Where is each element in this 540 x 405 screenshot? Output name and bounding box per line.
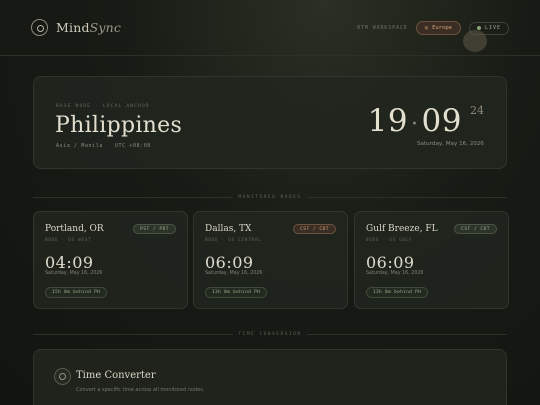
clock-icon xyxy=(54,368,71,385)
base-node-card: BASE NODE · LOCAL ANCHOR Philippines Asi… xyxy=(33,76,507,169)
city-card-dallas[interactable]: Dallas, TX NODE · US CENTRAL CST / CDT 0… xyxy=(193,211,348,309)
clock-separator: · xyxy=(411,112,419,137)
base-seconds: 24 xyxy=(470,104,484,117)
globe-icon: ◎ xyxy=(424,25,429,31)
base-node-tag: BASE NODE · LOCAL ANCHOR xyxy=(56,104,150,109)
base-date: Saturday, May 16, 2026 xyxy=(416,141,484,147)
cursor-glow xyxy=(463,30,487,52)
base-zone-row: Asia / Manila UTC +08:00 xyxy=(56,143,151,149)
city-time: 06:09 xyxy=(205,253,254,272)
city-time: 06:09 xyxy=(366,253,415,272)
base-hours: 19 xyxy=(367,103,409,139)
city-date: Saturday, May 16, 2026 xyxy=(45,271,103,276)
city-date: Saturday, May 16, 2026 xyxy=(205,271,263,276)
converter-title: Time Converter xyxy=(76,370,156,381)
brand-logo-icon xyxy=(31,19,48,36)
city-node-label: NODE · US WEST xyxy=(45,237,92,242)
offset-badge: 15h 0m behind PH xyxy=(45,287,108,298)
region-button[interactable]: ◎ Europe xyxy=(415,21,461,35)
offset-badge: 13h 0m behind PH xyxy=(205,287,268,298)
time-converter-card: Time Converter Convert a specific time a… xyxy=(33,349,507,405)
divider-right xyxy=(307,334,507,335)
city-card-gulf-breeze[interactable]: Gulf Breeze, FL NODE · US GULF CST / CDT… xyxy=(354,211,509,309)
city-node-label: NODE · US GULF xyxy=(366,237,413,242)
app-header: MindSync RTM WORKSPACE ◎ Europe LIVE xyxy=(0,0,540,56)
timezone-badge: CST / CDT xyxy=(454,224,497,234)
offset-badge: 13h 0m behind PH xyxy=(366,287,429,298)
city-name: Dallas, TX xyxy=(205,224,252,234)
city-card-portland[interactable]: Portland, OR NODE · US WEST PST / PDT 04… xyxy=(33,211,188,309)
converter-subtitle: Convert a specific time across all monit… xyxy=(76,387,205,393)
city-time: 04:09 xyxy=(45,253,94,272)
base-country: Philippines xyxy=(55,113,183,138)
base-clock: 19 · 09 xyxy=(368,103,462,139)
region-button-label: Europe xyxy=(432,25,452,31)
base-utc-offset: UTC +08:00 xyxy=(114,143,152,149)
city-date: Saturday, May 16, 2026 xyxy=(366,271,424,276)
city-node-label: NODE · US CENTRAL xyxy=(205,237,262,242)
brand[interactable]: MindSync xyxy=(31,19,121,36)
live-label: LIVE xyxy=(484,25,501,31)
brand-name: MindSync xyxy=(56,20,122,35)
base-minutes: 09 xyxy=(421,103,462,139)
city-name: Gulf Breeze, FL xyxy=(366,224,438,234)
workspace-label: RTM WORKSPACE xyxy=(357,25,408,31)
divider-right xyxy=(307,197,507,198)
timezone-badge: CST / CDT xyxy=(293,224,336,234)
timezone-badge: PST / PDT xyxy=(133,224,176,234)
base-zone: Asia / Manila xyxy=(56,143,103,149)
city-name: Portland, OR xyxy=(45,224,104,234)
